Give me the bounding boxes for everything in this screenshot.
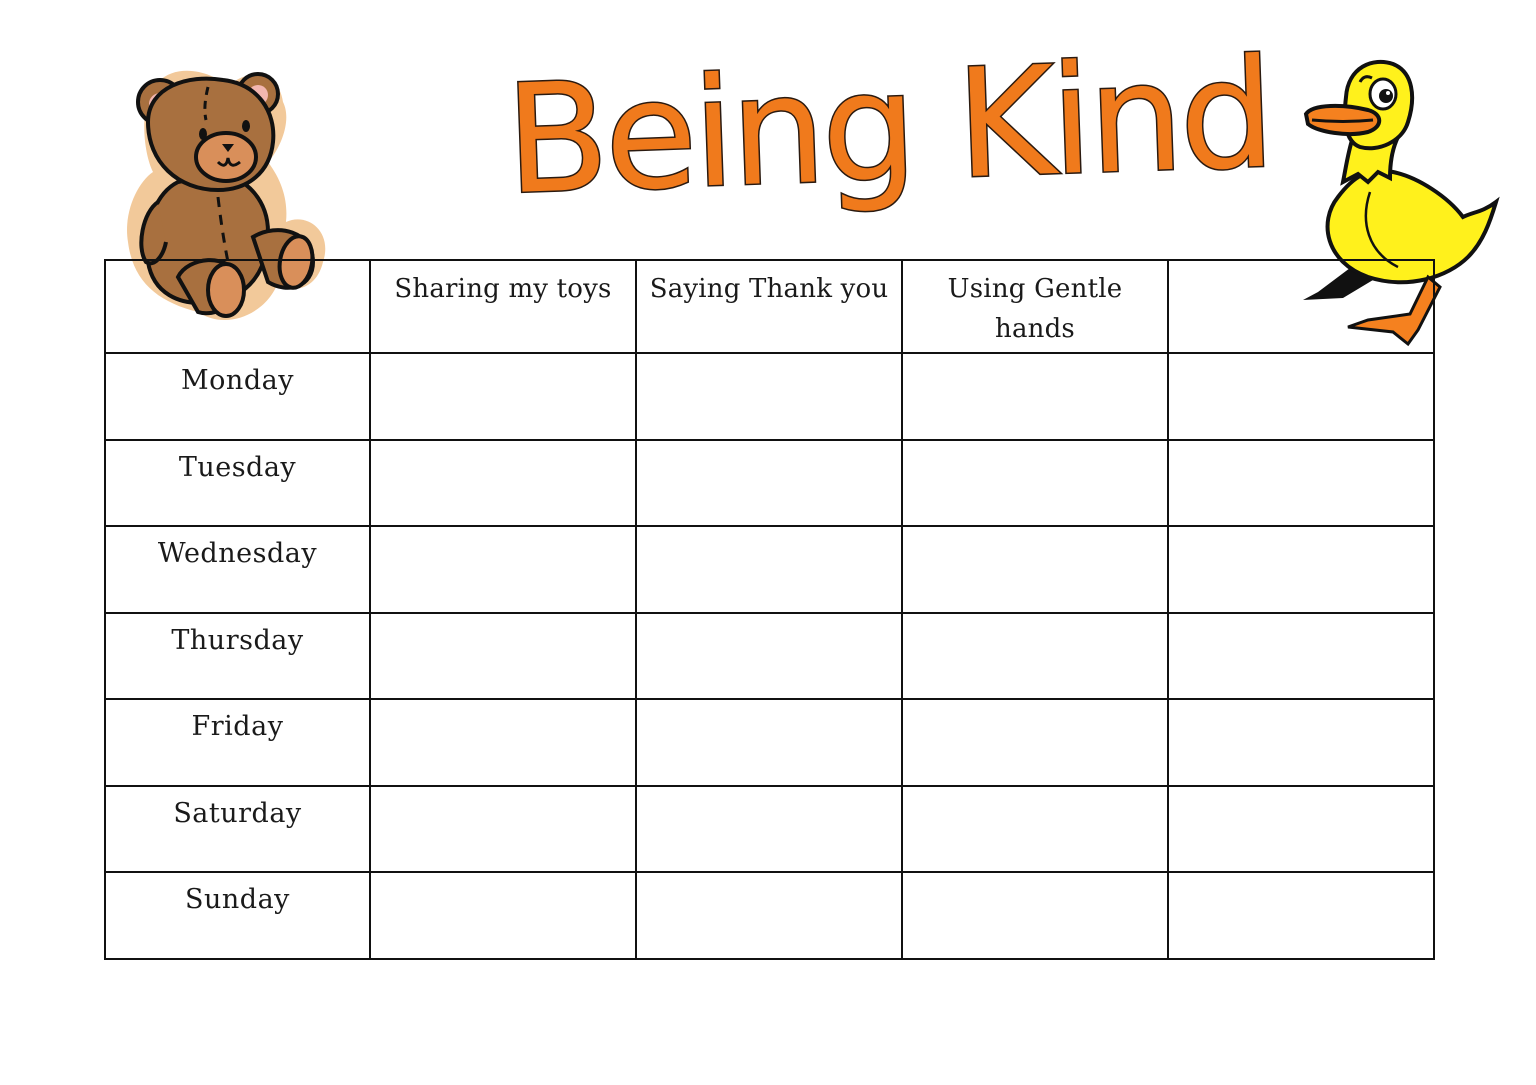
day-label-wednesday: Wednesday xyxy=(104,525,371,614)
chart-cell[interactable] xyxy=(1167,352,1435,441)
chart-cell[interactable] xyxy=(901,784,1169,873)
table-row: Saturday xyxy=(104,784,1435,873)
chart-cell[interactable] xyxy=(369,784,637,873)
chart-cell[interactable] xyxy=(635,352,903,441)
chart-cell[interactable] xyxy=(1167,438,1435,527)
table-row: Thursday xyxy=(104,611,1435,700)
chart-cell[interactable] xyxy=(901,525,1169,614)
chart-cell[interactable] xyxy=(369,611,637,700)
day-label-monday: Monday xyxy=(104,352,371,441)
day-label-thursday: Thursday xyxy=(104,611,371,700)
chart-cell[interactable] xyxy=(901,611,1169,700)
day-label-saturday: Saturday xyxy=(104,784,371,873)
kindness-chart-table: Sharing my toys Saying Thank you Using G… xyxy=(104,259,1435,960)
table-header-row: Sharing my toys Saying Thank you Using G… xyxy=(104,259,1435,354)
chart-cell[interactable] xyxy=(635,611,903,700)
chart-cell[interactable] xyxy=(635,871,903,960)
page-title-artwork: Being Kind xyxy=(501,26,1275,230)
chart-cell[interactable] xyxy=(1167,871,1435,960)
chart-cell[interactable] xyxy=(1167,784,1435,873)
column-header-gentle-hands: Using Gentle hands xyxy=(901,259,1169,354)
chart-cell[interactable] xyxy=(901,352,1169,441)
chart-cell[interactable] xyxy=(901,871,1169,960)
chart-cell[interactable] xyxy=(901,698,1169,787)
column-header-thank-you: Saying Thank you xyxy=(635,259,903,354)
table-row: Wednesday xyxy=(104,525,1435,614)
chart-cell[interactable] xyxy=(901,438,1169,527)
chart-cell[interactable] xyxy=(1167,698,1435,787)
column-header-blank xyxy=(1167,259,1435,354)
chart-cell[interactable] xyxy=(635,698,903,787)
table-row: Tuesday xyxy=(104,438,1435,527)
chart-cell[interactable] xyxy=(369,525,637,614)
chart-cell[interactable] xyxy=(369,438,637,527)
column-header-sharing: Sharing my toys xyxy=(369,259,637,354)
kindness-chart-page: Being Kind Being Kind xyxy=(0,0,1536,1085)
chart-cell[interactable] xyxy=(635,784,903,873)
chart-cell[interactable] xyxy=(1167,525,1435,614)
chart-cell[interactable] xyxy=(369,871,637,960)
chart-cell[interactable] xyxy=(369,352,637,441)
page-title-lettering: Being Kind xyxy=(503,28,1274,229)
day-label-tuesday: Tuesday xyxy=(104,438,371,527)
table-corner-cell xyxy=(104,259,371,354)
day-label-friday: Friday xyxy=(104,698,371,787)
table-row: Monday xyxy=(104,352,1435,441)
chart-cell[interactable] xyxy=(369,698,637,787)
table-row: Sunday xyxy=(104,871,1435,960)
chart-cell[interactable] xyxy=(1167,611,1435,700)
day-label-sunday: Sunday xyxy=(104,871,371,960)
page-title: Being Kind Being Kind xyxy=(500,26,1275,234)
table-row: Friday xyxy=(104,698,1435,787)
chart-cell[interactable] xyxy=(635,438,903,527)
chart-cell[interactable] xyxy=(635,525,903,614)
